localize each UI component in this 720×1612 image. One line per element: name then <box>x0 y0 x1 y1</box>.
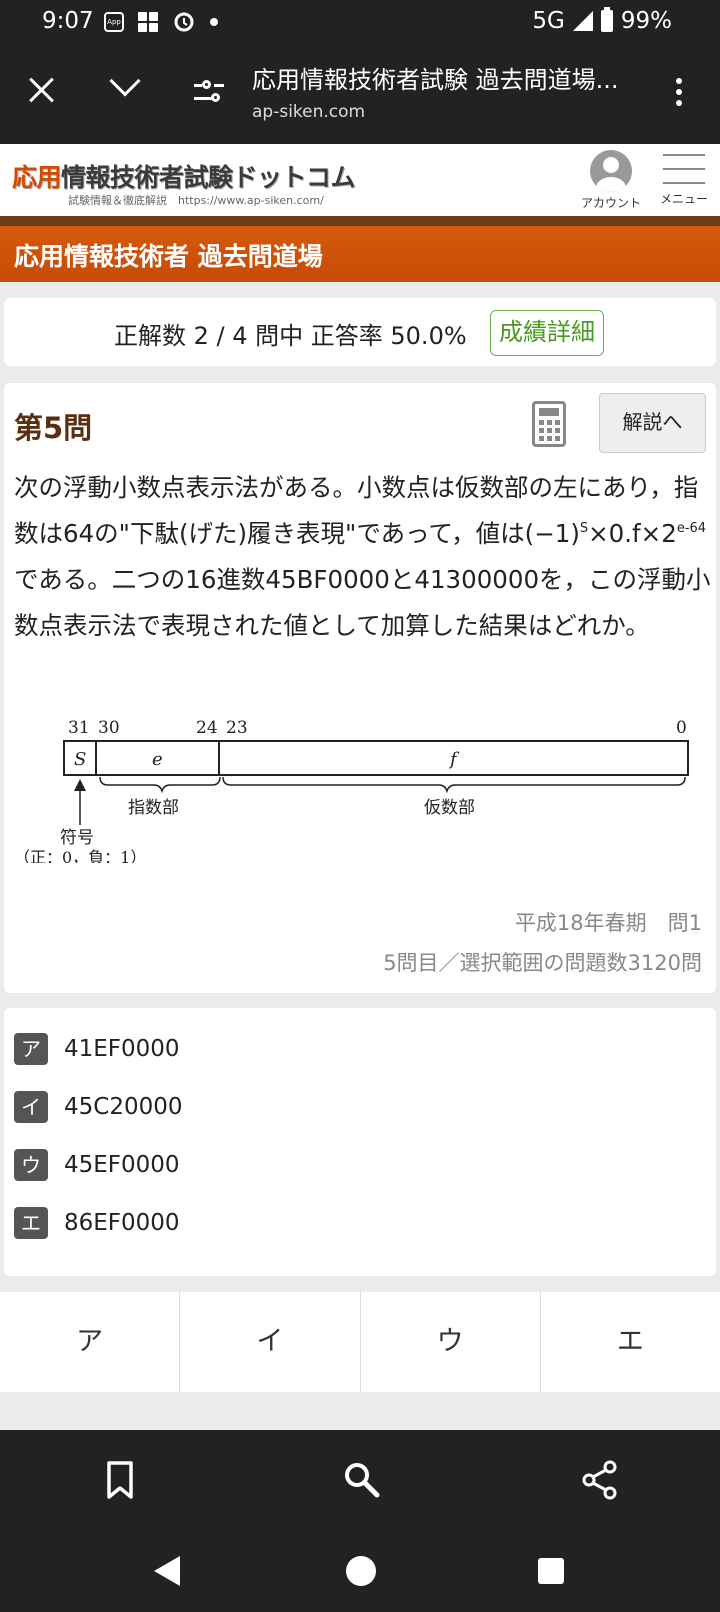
signal-icon <box>572 11 593 31</box>
more-notifications-dot-icon <box>210 18 218 26</box>
account-icon <box>590 150 632 192</box>
question-number: 第5問 <box>14 411 93 445</box>
chevron-down-icon[interactable] <box>109 65 141 97</box>
network-type: 5G <box>532 8 565 34</box>
recents-icon[interactable] <box>538 1558 564 1584</box>
choice-value: 45C20000 <box>64 1094 183 1120</box>
choice-badge: ア <box>14 1033 48 1065</box>
logo-subtitle: 試験情報＆徹底解説 https://www.ap-siken.com/ <box>68 194 324 207</box>
close-icon[interactable] <box>26 74 58 106</box>
site-logo[interactable]: 応用情報技術者試験ドットコム <box>12 158 356 194</box>
battery-icon <box>600 7 613 32</box>
question-source: 平成18年春期 問1 <box>514 911 702 935</box>
bit-23-label: 23 <box>226 718 248 738</box>
choice-badge: イ <box>14 1091 48 1123</box>
choices-card: ア 41EF0000 イ 45C20000 ウ 45EF0000 エ 86EF0… <box>4 1008 716 1276</box>
sign-label: 符号 <box>60 828 94 848</box>
back-icon[interactable] <box>154 1556 180 1586</box>
sign-note: （正：0，負：1） <box>14 848 146 863</box>
header-divider <box>0 216 720 226</box>
sync-icon <box>174 12 194 32</box>
score-details-button[interactable]: 成績詳細 <box>490 310 604 356</box>
section-banner: 応用情報技術者 過去問道場 <box>0 226 720 282</box>
bit-30-label: 30 <box>98 718 120 738</box>
answer-button-e[interactable]: エ <box>541 1292 720 1392</box>
answer-bar: ア イ ウ エ <box>0 1292 720 1392</box>
bottom-toolbar <box>0 1430 720 1532</box>
menu-button[interactable]: メニュー <box>654 154 714 207</box>
answer-button-a[interactable]: ア <box>0 1292 181 1392</box>
site-header: 応用情報技術者試験ドットコム 試験情報＆徹底解説 https://www.ap-… <box>0 144 720 216</box>
mantissa-part-label: 仮数部 <box>424 798 475 818</box>
site-settings-icon[interactable] <box>194 80 224 104</box>
choice-value: 41EF0000 <box>64 1036 180 1062</box>
account-button[interactable]: アカウント <box>576 150 646 211</box>
choice-i: イ 45C20000 <box>14 1090 183 1124</box>
floating-point-format-diagram: 31 30 24 23 0 S e f 指数部 仮数部 符号 （正：0，負：1） <box>14 718 689 863</box>
home-icon[interactable] <box>346 1556 376 1586</box>
page-title: 応用情報技術者試験 過去問道場... <box>252 66 619 94</box>
choice-u: ウ 45EF0000 <box>14 1148 180 1182</box>
widgets-icon <box>138 12 158 32</box>
logo-accent-text: 応用 <box>12 163 62 192</box>
system-nav-bar <box>0 1532 720 1612</box>
score-card: 正解数 2 / 4 問中 正答率 50.0% 成績詳細 <box>4 298 716 366</box>
more-vert-icon[interactable] <box>676 78 682 111</box>
question-text: 次の浮動小数点表示法がある。小数点は仮数部の左にあり，指数は64の"下駄(げた)… <box>14 473 711 640</box>
choice-e: エ 86EF0000 <box>14 1206 180 1240</box>
exponent-part-label: 指数部 <box>128 798 179 818</box>
mantissa-field-label: f <box>448 749 460 770</box>
logo-text: 情報技術者試験ドットコム <box>61 163 356 192</box>
bit-31-label: 31 <box>68 718 90 738</box>
search-icon[interactable] <box>342 1460 382 1500</box>
calculator-icon[interactable] <box>532 401 566 447</box>
score-summary: 正解数 2 / 4 問中 正答率 50.0% <box>114 322 467 350</box>
exponent-field-label: e <box>152 749 163 770</box>
choice-a: ア 41EF0000 <box>14 1032 180 1066</box>
status-system-icons: 5G 99% <box>532 7 672 34</box>
status-bar: 9:07 App 5G 99% <box>0 0 720 44</box>
question-card: 第5問 解説へ 次の浮動小数点表示法がある。小数点は仮数部の左にあり，指数は64… <box>4 383 716 993</box>
hamburger-icon <box>663 154 705 184</box>
menu-label: メニュー <box>659 192 708 206</box>
choice-value: 45EF0000 <box>64 1152 180 1178</box>
page-url[interactable]: ap-siken.com <box>252 102 365 122</box>
choice-badge: ウ <box>14 1149 48 1181</box>
share-icon[interactable] <box>582 1460 618 1500</box>
bookmark-icon[interactable] <box>104 1460 136 1500</box>
choice-value: 86EF0000 <box>64 1210 180 1236</box>
bit-24-label: 24 <box>196 718 218 738</box>
account-label: アカウント <box>580 196 641 210</box>
explanation-button[interactable]: 解説へ <box>599 393 706 453</box>
battery-level: 99% <box>620 8 672 34</box>
bit-0-label: 0 <box>676 718 687 738</box>
status-notification-icons: App <box>104 10 218 34</box>
browser-toolbar: 応用情報技術者試験 過去問道場... ap-siken.com <box>0 44 720 144</box>
question-count: 5問目／選択範囲の問題数3120問 <box>383 951 702 975</box>
answer-button-i[interactable]: イ <box>180 1292 361 1392</box>
sign-field-label: S <box>74 749 86 770</box>
status-time: 9:07 <box>42 8 94 34</box>
answer-button-u[interactable]: ウ <box>361 1292 541 1392</box>
app-notification-icon: App <box>104 12 124 32</box>
choice-badge: エ <box>14 1207 48 1239</box>
